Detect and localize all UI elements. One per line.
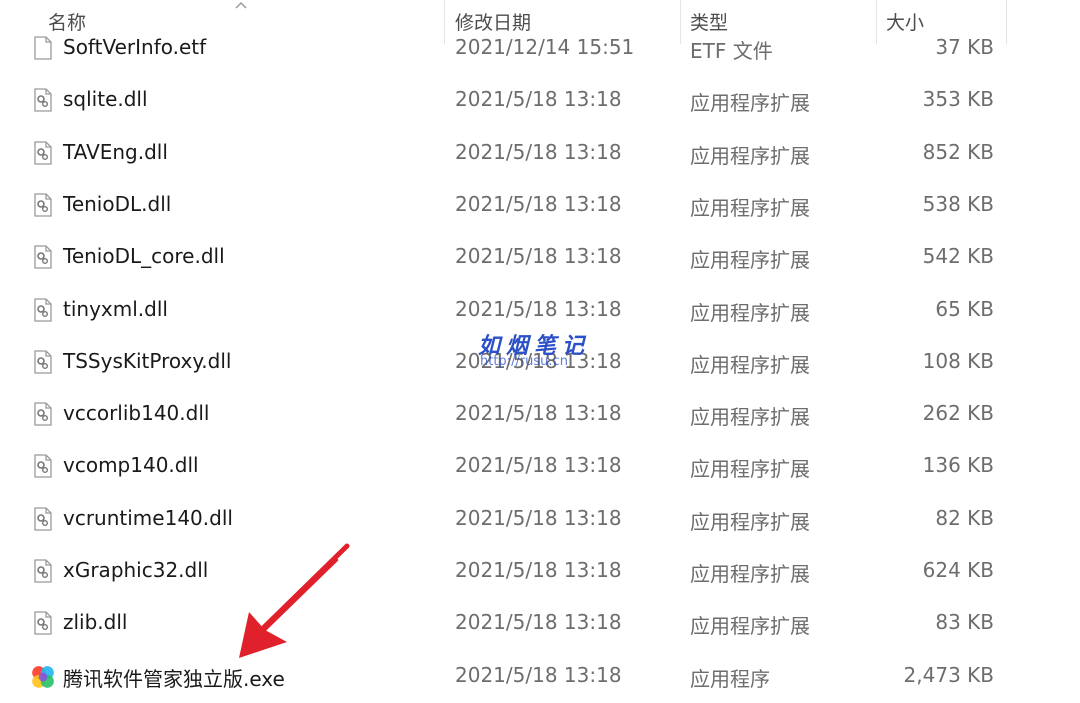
file-modified-date: 2021/5/18 13:18 [455, 662, 622, 687]
file-type: 应用程序扩展 [690, 405, 810, 430]
file-modified-date: 2021/5/18 13:18 [455, 610, 622, 635]
file-size: 136 KB [922, 453, 994, 478]
dll-file-icon [33, 245, 53, 269]
file-type: 应用程序扩展 [690, 509, 810, 534]
file-type: 应用程序扩展 [690, 143, 810, 168]
file-row[interactable]: TSSysKitProxy.dll 2021/5/18 13:18 应用程序扩展 10… [0, 337, 1080, 389]
file-row[interactable]: zlib.dll 2021/5/18 13:18 应用程序扩展 83 KB [0, 598, 1080, 650]
file-type: 应用程序扩展 [690, 457, 810, 482]
file-row[interactable]: TAVEng.dll 2021/5/18 13:18 应用程序扩展 852 KB [0, 128, 1080, 180]
dll-file-icon [33, 611, 53, 635]
file-row[interactable]: TenioDL_core.dll 2021/5/18 13:18 应用程序扩展 542… [0, 232, 1080, 284]
file-type: 应用程序扩展 [690, 91, 810, 116]
file-modified-date: 2021/12/14 15:51 [455, 35, 635, 59]
blank-file-icon [33, 36, 53, 60]
file-modified-date: 2021/5/18 13:18 [455, 244, 622, 269]
file-size: 82 KB [935, 505, 994, 530]
dll-file-icon [33, 402, 53, 426]
file-name: TenioDL_core.dll [63, 244, 225, 269]
file-type: 应用程序扩展 [690, 300, 810, 325]
file-name: vcomp140.dll [63, 453, 199, 478]
file-modified-date: 2021/5/18 13:18 [455, 139, 622, 164]
file-name: TAVEng.dll [63, 139, 168, 164]
file-type: 应用程序 [690, 666, 770, 691]
file-name: vcruntime140.dll [63, 505, 233, 530]
file-size: 37 KB [935, 35, 994, 59]
file-name: zlib.dll [63, 610, 128, 635]
red-arrow-annotation [239, 543, 350, 658]
dll-file-icon [33, 559, 53, 583]
file-size: 65 KB [935, 296, 994, 321]
file-row[interactable]: sqlite.dll 2021/5/18 13:18 应用程序扩展 353 KB [0, 75, 1080, 127]
dll-file-icon [33, 297, 53, 322]
file-modified-date: 2021/5/18 13:18 [455, 401, 622, 426]
dll-file-icon [33, 350, 53, 374]
tencent-app-icon [30, 664, 56, 690]
file-row[interactable]: xGraphic32.dll 2021/5/18 13:18 应用程序扩展 624 K… [0, 546, 1080, 598]
file-size: 83 KB [935, 610, 994, 635]
file-size: 624 KB [922, 558, 994, 582]
file-name: vccorlib140.dll [63, 401, 210, 426]
file-name: TenioDL.dll [63, 191, 172, 216]
file-modified-date: 2021/5/18 13:18 [455, 558, 622, 582]
dll-file-icon [33, 140, 53, 165]
file-type: 应用程序扩展 [690, 352, 810, 377]
file-size: 2,473 KB [903, 662, 994, 687]
file-name: xGraphic32.dll [63, 558, 209, 582]
dll-file-icon [33, 507, 53, 531]
file-size: 852 KB [922, 139, 994, 164]
file-modified-date: 2021/5/18 13:18 [455, 191, 622, 216]
file-modified-date: 2021/5/18 13:18 [455, 296, 622, 321]
file-modified-date: 2021/5/18 13:18 [455, 505, 622, 530]
file-modified-date: 2021/5/18 13:18 [455, 87, 622, 112]
file-name: sqlite.dll [63, 87, 148, 112]
file-type: 应用程序扩展 [690, 195, 810, 220]
file-row[interactable]: vcomp140.dll 2021/5/18 13:18 应用程序扩展 136 KB [0, 441, 1080, 493]
file-row[interactable]: vccorlib140.dll 2021/5/18 13:18 应用程序扩展 262 … [0, 389, 1080, 441]
file-row[interactable]: TenioDL.dll 2021/5/18 13:18 应用程序扩展 538 KB [0, 180, 1080, 232]
file-modified-date: 2021/5/18 13:18 [455, 453, 622, 478]
file-type: 应用程序扩展 [690, 248, 810, 273]
file-row[interactable]: SoftVerInfo.etf 2021/12/14 15:51 ETF 文件 37 … [0, 23, 1080, 75]
sort-ascending-icon [235, 1, 247, 9]
file-size: 542 KB [922, 244, 994, 269]
file-name: tinyxml.dll [63, 296, 168, 321]
file-type: ETF 文件 [690, 39, 773, 63]
file-name: SoftVerInfo.etf [63, 35, 207, 59]
file-size: 108 KB [922, 348, 994, 373]
file-size: 353 KB [922, 87, 994, 112]
file-size: 262 KB [922, 401, 994, 426]
file-type: 应用程序扩展 [690, 562, 810, 586]
file-size: 538 KB [922, 191, 994, 216]
file-modified-date: 2021/5/18 13:18 [455, 348, 622, 373]
dll-file-icon [33, 454, 53, 479]
dll-file-icon [33, 193, 53, 217]
file-row[interactable]: vcruntime140.dll 2021/5/18 13:18 应用程序扩展 82 … [0, 494, 1080, 546]
file-row[interactable]: tinyxml.dll 2021/5/18 13:18 应用程序扩展 65 KB [0, 285, 1080, 337]
file-name: TSSysKitProxy.dll [63, 348, 232, 373]
file-row[interactable]: 腾讯软件管家独立版.exe 2021/5/18 13:18 应用程序 2,473 KB [0, 651, 1080, 703]
file-type: 应用程序扩展 [690, 614, 810, 639]
dll-file-icon [33, 88, 53, 112]
